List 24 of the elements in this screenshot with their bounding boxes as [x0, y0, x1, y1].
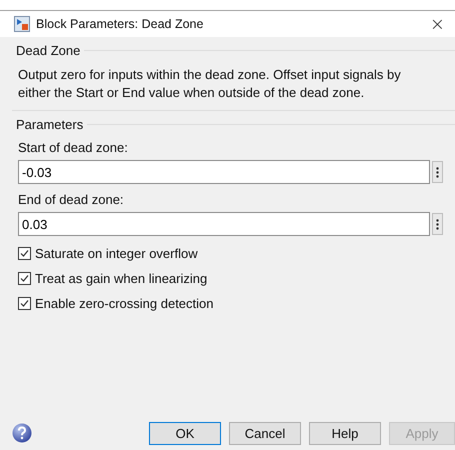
- checkbox[interactable]: [18, 297, 31, 310]
- checkbox-label: Saturate on integer overflow: [35, 246, 198, 261]
- checkbox-label: Treat as gain when linearizing: [35, 271, 208, 286]
- ellipsis-icon: [436, 218, 439, 230]
- dialog-button[interactable]: Help: [309, 422, 381, 444]
- field-label: Start of dead zone:: [18, 140, 129, 155]
- input-field[interactable]: 0.03: [18, 212, 430, 236]
- checkbox[interactable]: [18, 272, 31, 285]
- field-label: End of dead zone:: [18, 192, 125, 207]
- checkbox[interactable]: [18, 247, 31, 260]
- help-icon[interactable]: [12, 423, 32, 443]
- dialog-button[interactable]: Cancel: [229, 422, 301, 444]
- more-options-button[interactable]: [432, 213, 443, 235]
- block-icon: [14, 16, 30, 32]
- section-title: Parameters: [16, 117, 84, 132]
- checkbox-label: Enable zero-crossing detection: [35, 296, 214, 311]
- description: Output zero for inputs within the dead zone. Offset input signals by either the Start or End value when outside of the dead zone.: [18, 66, 402, 102]
- close-button[interactable]: ×: [426, 14, 449, 34]
- more-options-button[interactable]: [432, 161, 443, 183]
- window-title: Block Parameters: Dead Zone: [36, 17, 204, 31]
- dialog-button[interactable]: OK: [149, 422, 221, 444]
- input-field[interactable]: -0.03: [18, 160, 430, 184]
- ellipsis-icon: [436, 166, 439, 178]
- section-title: Dead Zone: [16, 43, 80, 58]
